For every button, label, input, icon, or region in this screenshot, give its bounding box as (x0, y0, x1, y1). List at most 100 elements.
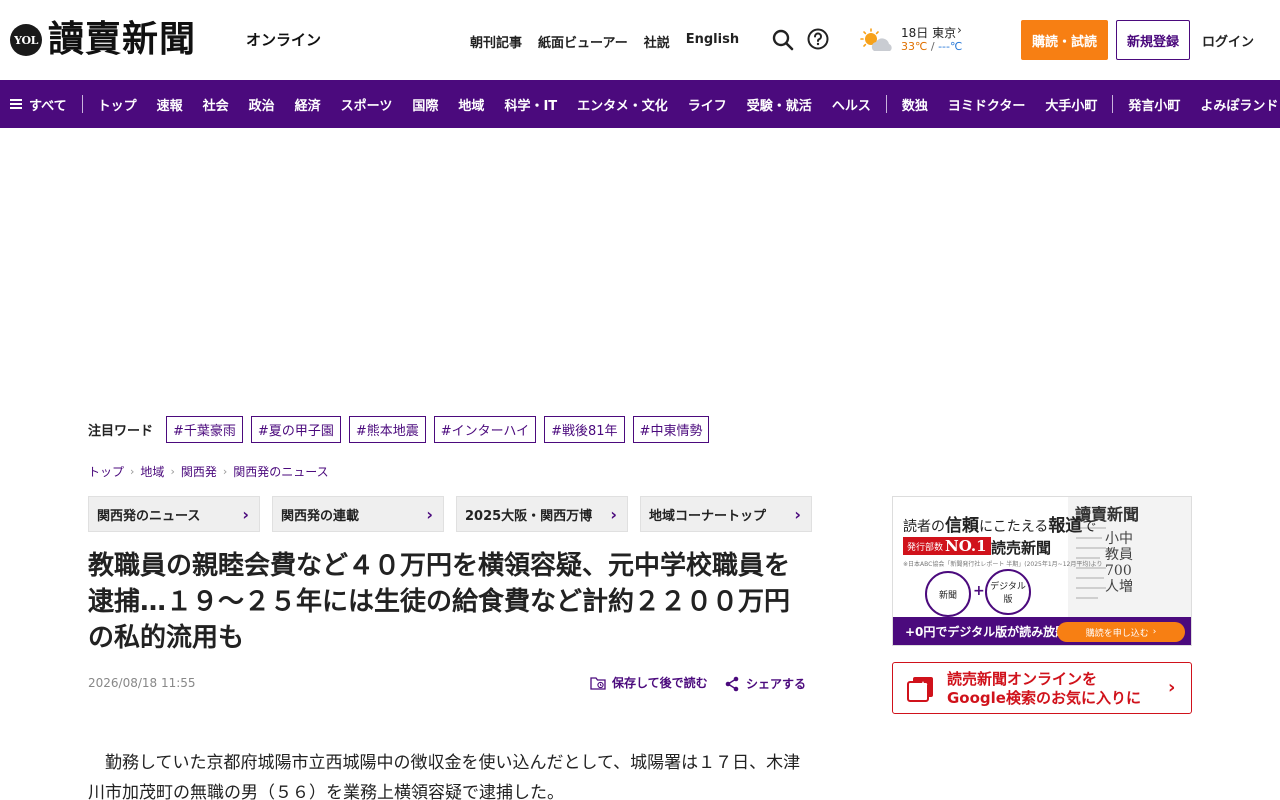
chevron-right-icon: › (1168, 677, 1176, 698)
sunny-cloudy-icon (860, 28, 892, 51)
promo-tagline: 読者の信頼にこたえる報道で (903, 511, 1096, 536)
trending-label: 注目ワード (88, 423, 154, 439)
trend-tag[interactable]: #インターハイ (433, 415, 537, 443)
tagline-part: にこたえる (979, 519, 1049, 535)
article-timestamp: 2026/08/18 11:55 (88, 676, 196, 690)
trend-tag[interactable]: #熊本地震 (348, 415, 426, 443)
breadcrumb-item[interactable]: 関西発 (181, 463, 217, 480)
badge-prefix: 発行部数 (907, 542, 944, 553)
article-headline: 教職員の親睦会費など４０万円を横領容疑、元中学校職員を逮捕…１９～２５年には生徒… (88, 551, 791, 653)
nav-item-health[interactable]: ヘルス (832, 95, 871, 114)
trend-tag[interactable]: #夏の甲子園 (250, 415, 341, 443)
weather-widget[interactable]: 18日 東京 › 33℃ / ---℃ (858, 23, 968, 56)
link-morning-articles[interactable]: 朝刊記事 (470, 32, 522, 51)
main-nav: すべて トップ 速報 社会 政治 経済 スポーツ 国際 地域 科学・IT エンタ… (0, 80, 1280, 128)
chevron-right-icon: › (794, 504, 801, 524)
nav-item-science-it[interactable]: 科学・IT (504, 95, 557, 114)
apply-subscription-label: 購読を申し込む (1085, 628, 1149, 639)
chevron-right-icon: › (130, 465, 135, 478)
plus-sign: + (973, 583, 985, 599)
link-paper-viewer[interactable]: 紙面ビューアー (538, 32, 628, 51)
favorite-banner-text: 読売新聞オンラインを Google検索のお気に入りに (947, 670, 1141, 708)
temp-low: ---℃ (938, 40, 963, 53)
apply-subscription-button[interactable]: 購読を申し込む › (1057, 622, 1185, 642)
chevron-right-icon: › (222, 465, 228, 478)
nav-all-menu[interactable]: すべて (10, 95, 67, 114)
trend-tag[interactable]: #中東情勢 (632, 415, 710, 443)
subscription-promo-banner[interactable]: 讀賣新聞 小中教員700人増 読者の信頼にこたえる報道で 発行部数 NO.1 読売… (892, 496, 1192, 646)
nav-item-otekomachi[interactable]: 大手小町 (1045, 95, 1097, 114)
google-favorite-banner[interactable]: 読売新聞オンラインを Google検索のお気に入りに › (892, 662, 1192, 714)
nav-item-yomipo-land[interactable]: よみぽランド (1200, 95, 1278, 114)
save-for-later-button[interactable]: 保存して後で読む (590, 674, 708, 691)
breadcrumb-item[interactable]: 地域 (140, 463, 164, 480)
section-button-kansai-news[interactable]: 関西発のニュース › (88, 496, 260, 532)
favorite-line-1: 読売新聞オンラインを (947, 670, 1098, 688)
promo-paper-headline: 小中教員700人増 (1105, 531, 1133, 595)
weather-temperature: 33℃ / ---℃ (901, 40, 962, 53)
nav-item-breaking[interactable]: 速報 (157, 95, 183, 114)
promo-bar-text: +0円でデジタル版が読み放題！ (905, 625, 1080, 639)
register-button[interactable]: 新規登録 (1116, 20, 1190, 60)
tagline-part: 読者の (903, 519, 945, 535)
trend-tag[interactable]: #千葉豪雨 (166, 415, 243, 443)
share-icon (725, 676, 739, 691)
section-button-local-top[interactable]: 地域コーナートップ › (640, 496, 812, 532)
breadcrumb-item[interactable]: トップ (88, 463, 124, 480)
search-icon[interactable] (771, 28, 795, 52)
circulation-badge: 発行部数 NO.1 (903, 537, 991, 555)
folder-clock-icon (590, 676, 606, 690)
nav-item-top[interactable]: トップ (98, 95, 137, 114)
section-button-expo[interactable]: 2025大阪・関西万博 › (456, 496, 628, 532)
site-logo[interactable]: 讀賣新聞 (48, 14, 196, 64)
section-button-kansai-series[interactable]: 関西発の連載 › (272, 496, 444, 532)
subscribe-button[interactable]: 購読・試読 (1021, 20, 1108, 60)
chevron-right-icon: › (170, 465, 175, 478)
chevron-right-icon: › (426, 504, 433, 524)
nav-item-entertainment[interactable]: エンタメ・文化 (577, 95, 668, 114)
nav-item-exams-jobs[interactable]: 受験・就活 (747, 95, 812, 114)
nav-divider (81, 95, 83, 113)
share-label: シェアする (746, 677, 807, 691)
section-button-label: 関西発のニュース (97, 508, 201, 524)
chevron-right-icon: › (1152, 627, 1157, 637)
link-english[interactable]: English (686, 32, 739, 51)
tagline-strong: 報道 (1048, 516, 1083, 536)
nav-item-society[interactable]: 社会 (203, 95, 229, 114)
nav-item-local[interactable]: 地域 (458, 95, 484, 114)
badge-number: NO.1 (945, 537, 987, 555)
header-links: 朝刊記事 紙面ビューアー 社説 English (470, 32, 739, 51)
nav-item-world[interactable]: 国際 (412, 95, 438, 114)
menu-icon (10, 99, 22, 109)
nav-item-sports[interactable]: スポーツ (341, 95, 393, 114)
ad-space (0, 128, 1280, 400)
promo-footnote: ※日本ABC協会「新聞発行社レポート 半期」(2025年1月~12月平均)より (903, 561, 1103, 568)
share-button[interactable]: シェアする (724, 675, 806, 692)
nav-item-hatsugen-komachi[interactable]: 発言小町 (1128, 95, 1180, 114)
nav-item-sudoku[interactable]: 数独 (902, 95, 928, 114)
favorite-line-2: Google検索のお気に入りに (947, 689, 1141, 707)
print-edition-badge: 新聞 (925, 571, 971, 617)
chevron-right-icon: › (242, 504, 249, 524)
nav-divider (1112, 95, 1114, 113)
breadcrumb-item[interactable]: 関西発のニュース (233, 463, 328, 480)
tagline-strong: 信頼 (945, 516, 979, 536)
article-body: 勤務していた京都府城陽市立西城陽中の徴収金を使い込んだとして、城陽署は１７日、木… (88, 753, 801, 800)
link-editorial[interactable]: 社説 (644, 32, 670, 51)
trend-tag[interactable]: #戦後81年 (544, 415, 625, 443)
site-logo-subtitle[interactable]: オンライン (246, 29, 321, 50)
help-icon[interactable] (807, 28, 829, 50)
promo-paper-name: 読売新聞 (991, 539, 1052, 557)
nav-divider (885, 95, 887, 113)
digital-edition-badge: デジタル版 (985, 569, 1031, 615)
nav-item-politics[interactable]: 政治 (249, 95, 275, 114)
temp-high: 33℃ (901, 40, 928, 53)
section-links: 関西発のニュース › 関西発の連載 › 2025大阪・関西万博 › 地域コーナー… (88, 496, 812, 532)
nav-item-economy[interactable]: 経済 (295, 95, 321, 114)
yol-logo-badge[interactable]: YOL (10, 24, 42, 56)
nav-item-yomidr[interactable]: ヨミドクター (948, 95, 1025, 114)
login-link[interactable]: ログイン (1202, 31, 1254, 50)
nav-item-life[interactable]: ライフ (688, 95, 727, 114)
section-button-label: 関西発の連載 (281, 508, 360, 524)
trending-words: 注目ワード #千葉豪雨 #夏の甲子園 #熊本地震 #インターハイ #戦後81年 … (88, 415, 717, 443)
